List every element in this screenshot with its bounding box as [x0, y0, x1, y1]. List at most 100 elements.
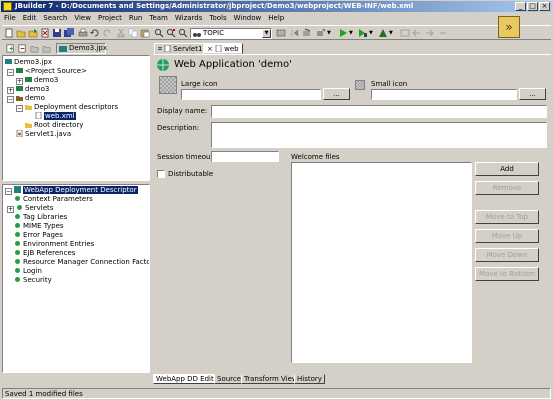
debug-icon[interactable] [358, 28, 368, 38]
structure-root[interactable]: − WebApp Deployment Descriptor [5, 186, 138, 195]
add-button[interactable]: Add [475, 162, 539, 176]
nav-forward-icon[interactable] [424, 28, 434, 38]
copy-icon[interactable] [128, 28, 138, 38]
paste-icon[interactable] [140, 28, 150, 38]
menu-project[interactable]: Project [98, 13, 122, 24]
nav-home-icon[interactable] [438, 28, 448, 38]
add-files-icon[interactable] [6, 44, 15, 53]
move-to-top-button[interactable]: Move to Top [475, 210, 539, 224]
run-icon[interactable] [338, 28, 348, 38]
menu-help[interactable]: Help [268, 13, 284, 24]
menu-edit[interactable]: Edit [23, 13, 37, 24]
browse-symbol-icon[interactable] [276, 28, 286, 38]
move-up-button[interactable]: Move Up [475, 229, 539, 243]
structure-item[interactable]: Environment Entries [14, 240, 94, 249]
tab-servlet1[interactable]: ⌗ Servlet1 [154, 43, 207, 54]
display-name-field[interactable] [211, 105, 547, 118]
maximize-icon[interactable]: □ [527, 2, 538, 11]
collapse-icon[interactable]: − [5, 188, 12, 195]
structure-item[interactable]: Login [14, 267, 42, 276]
structure-item[interactable]: Resource Manager Connection Factory R [14, 258, 149, 267]
structure-item[interactable]: EJB References [14, 249, 75, 258]
nav-back-icon[interactable] [412, 28, 422, 38]
reopen-icon[interactable] [28, 28, 38, 38]
large-icon-field[interactable] [181, 89, 321, 100]
tab-history[interactable]: History [294, 374, 325, 384]
description-field[interactable] [211, 122, 547, 148]
back-history-icon[interactable] [290, 28, 300, 38]
tree-item-demo3[interactable]: + demo3 [7, 85, 49, 94]
open-folder-icon[interactable] [16, 28, 26, 38]
save-all-icon[interactable] [64, 28, 74, 38]
make-icon[interactable] [302, 28, 312, 38]
welcome-files-list[interactable] [291, 162, 472, 363]
project-selector[interactable]: Demo3.jpx [56, 43, 107, 54]
tab-source[interactable]: Source [214, 374, 245, 384]
search-combo[interactable]: TOPIC ▼ [190, 28, 272, 39]
tree-item-demo[interactable]: − demo [7, 94, 45, 103]
run-dropdown-icon[interactable]: ▼ [349, 30, 353, 36]
debug-dropdown-icon[interactable]: ▼ [369, 30, 373, 36]
close-icon[interactable]: × [539, 2, 550, 11]
session-timeout-field[interactable] [211, 151, 279, 162]
tree-item-servlet1[interactable]: Servlet1.java [16, 130, 71, 139]
small-icon-field[interactable] [371, 89, 517, 100]
remove-button[interactable]: Remove [475, 181, 539, 195]
move-to-bottom-button[interactable]: Move to Bottom [475, 267, 539, 281]
tab-transform-view[interactable]: Transform View [241, 374, 301, 384]
structure-item[interactable]: Security [14, 276, 52, 285]
close-project-icon[interactable] [30, 44, 39, 53]
menu-run[interactable]: Run [129, 13, 142, 24]
structure-item[interactable]: MIME Types [14, 222, 64, 231]
remove-files-icon[interactable] [18, 44, 27, 53]
replace-icon[interactable] [178, 28, 188, 38]
tree-item-root-directory[interactable]: Root directory [25, 121, 83, 130]
chevron-down-icon[interactable]: » [498, 16, 520, 38]
structure-item[interactable]: Context Parameters [14, 195, 93, 204]
cut-icon[interactable] [116, 28, 126, 38]
find-again-icon[interactable] [166, 28, 176, 38]
menu-search[interactable]: Search [43, 13, 67, 24]
deploy-icon[interactable] [400, 28, 410, 38]
tree-item-project-source[interactable]: − <Project Source> [7, 67, 87, 76]
make-dropdown-icon[interactable]: ▼ [327, 30, 331, 36]
menu-wizards[interactable]: Wizards [175, 13, 203, 24]
redo-icon[interactable] [102, 28, 112, 38]
tree-item-web-xml[interactable]: web.xml [35, 112, 76, 121]
minimize-icon[interactable]: _ [515, 2, 526, 11]
optimize-dropdown-icon[interactable]: ▼ [389, 30, 393, 36]
pin-icon[interactable]: ⌗ [158, 45, 162, 53]
find-icon[interactable] [154, 28, 164, 38]
move-down-button[interactable]: Move Down [475, 248, 539, 262]
close-icon[interactable]: × [207, 45, 213, 53]
menu-window[interactable]: Window [234, 13, 262, 24]
small-icon-browse-button[interactable]: ... [519, 88, 546, 100]
expand-icon[interactable]: + [7, 87, 14, 94]
menu-team[interactable]: Team [149, 13, 168, 24]
structure-item[interactable]: + Servlets [7, 204, 53, 213]
save-icon[interactable] [52, 28, 62, 38]
collapse-icon[interactable]: − [7, 69, 14, 76]
large-icon-browse-button[interactable]: ... [323, 88, 350, 100]
collapse-icon[interactable]: − [16, 105, 23, 112]
structure-item[interactable]: Error Pages [14, 231, 63, 240]
expand-icon[interactable]: + [7, 206, 14, 213]
refresh-icon[interactable] [42, 44, 51, 53]
optimize-icon[interactable] [378, 28, 388, 38]
collapse-icon[interactable]: − [7, 96, 14, 103]
menu-file[interactable]: File [4, 13, 16, 24]
print-icon[interactable] [78, 28, 88, 38]
tab-web[interactable]: × web [203, 43, 243, 54]
undo-icon[interactable] [90, 28, 100, 38]
expand-icon[interactable]: + [16, 78, 23, 85]
tree-item-demo3-source[interactable]: + demo3 [16, 76, 58, 85]
menu-tools[interactable]: Tools [209, 13, 226, 24]
tree-item-project[interactable]: Demo3.jpx [5, 58, 52, 67]
tree-item-deployment-descriptors[interactable]: − Deployment descriptors [16, 103, 118, 112]
menu-view[interactable]: View [74, 13, 91, 24]
distributable-checkbox[interactable] [157, 170, 165, 178]
structure-item[interactable]: Tag Libraries [14, 213, 67, 222]
new-file-icon[interactable] [4, 28, 14, 38]
close-file-icon[interactable] [40, 28, 50, 38]
rebuild-icon[interactable] [316, 28, 326, 38]
